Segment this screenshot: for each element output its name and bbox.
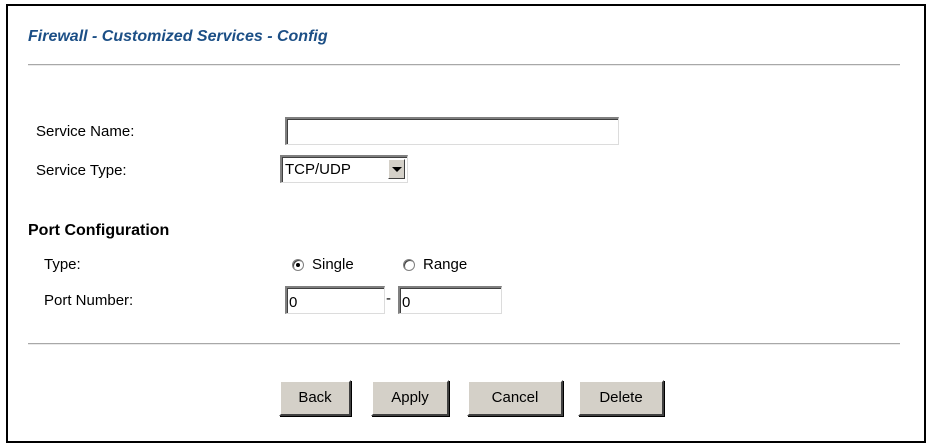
port-number-label: Port Number:: [44, 292, 134, 309]
radio-range-option[interactable]: Range: [403, 256, 467, 273]
port-configuration-heading: Port Configuration: [28, 222, 170, 239]
chevron-down-icon[interactable]: [388, 159, 405, 179]
port-range-separator: -: [386, 290, 391, 307]
service-type-select[interactable]: TCP/UDP: [280, 155, 408, 183]
cancel-button[interactable]: Cancel: [467, 380, 563, 416]
service-type-value: TCP/UDP: [285, 161, 351, 178]
bottom-divider: [28, 343, 900, 345]
port-type-label: Type:: [44, 256, 81, 273]
radio-range-label: Range: [423, 256, 468, 273]
port-end-input[interactable]: [398, 286, 502, 314]
service-name-input[interactable]: [285, 117, 619, 145]
service-name-label: Service Name:: [36, 123, 135, 140]
page-title: Firewall - Customized Services - Config: [28, 28, 328, 45]
radio-unchecked-icon[interactable]: [403, 258, 415, 271]
radio-single-option[interactable]: Single: [292, 256, 354, 273]
port-start-input[interactable]: [285, 286, 385, 314]
top-divider: [28, 64, 900, 66]
apply-button[interactable]: Apply: [371, 380, 449, 416]
radio-single-label: Single: [312, 256, 354, 273]
radio-checked-icon[interactable]: [292, 258, 304, 271]
delete-button[interactable]: Delete: [578, 380, 664, 416]
service-type-label: Service Type:: [36, 162, 127, 179]
back-button[interactable]: Back: [279, 380, 351, 416]
